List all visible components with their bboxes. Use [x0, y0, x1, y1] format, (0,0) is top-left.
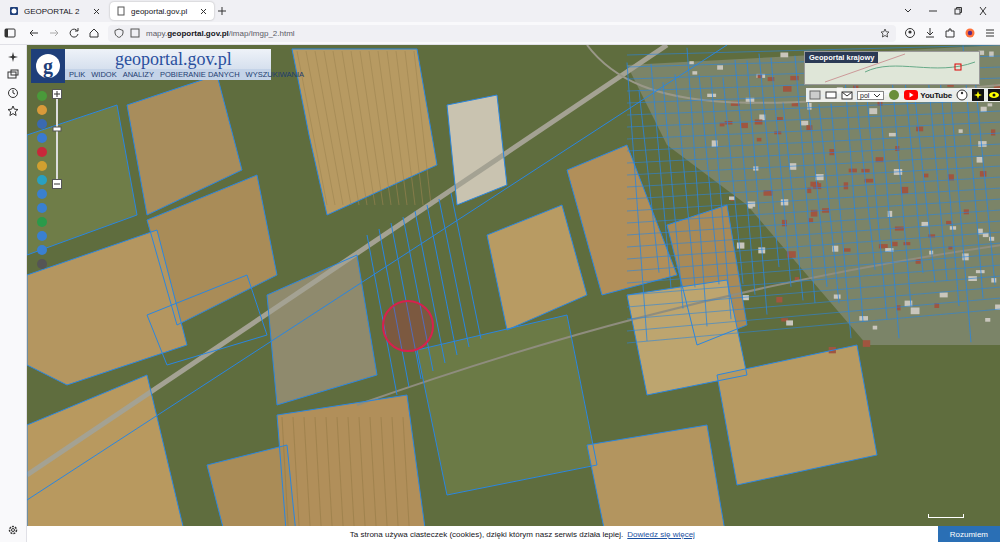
mail-icon[interactable] [841, 89, 853, 101]
close-icon[interactable] [92, 7, 101, 16]
menu-item[interactable]: POBIERANIE DANYCH [160, 70, 240, 79]
youtube-link[interactable]: YouTube [904, 89, 952, 101]
chevron-down-icon[interactable] [903, 6, 925, 16]
reload-icon[interactable] [68, 27, 80, 39]
home-icon[interactable] [88, 27, 100, 39]
language-select[interactable]: pol [857, 91, 884, 100]
bookmarks-icon[interactable] [7, 105, 19, 117]
menu-icon[interactable] [984, 27, 996, 39]
forward-icon[interactable] [48, 27, 60, 39]
eye-icon[interactable] [988, 89, 1000, 101]
ai-sparkle-icon[interactable] [7, 51, 19, 63]
nav-bar: mapy.geoportal.gov.pl/imap/Imgp_2.html [0, 22, 1000, 45]
history-icon[interactable] [7, 87, 19, 99]
menu-item[interactable]: ANALIZY [123, 70, 154, 79]
gear-icon[interactable] [7, 524, 19, 536]
download-icon[interactable] [924, 27, 936, 39]
language-value: pol [860, 92, 869, 99]
url-path: /imap/Imgp_2.html [229, 29, 295, 38]
close-window-icon[interactable] [978, 6, 1000, 16]
synced-tabs-icon[interactable] [7, 69, 19, 81]
scale-bar [928, 514, 964, 518]
menu-item[interactable]: WIDOK [91, 70, 116, 79]
geoportal-header: ggeoportal.gov.plPLIK WIDOK ANALIZY POBIERA… [31, 49, 271, 83]
zoom-minus-icon[interactable] [52, 179, 62, 189]
back-icon[interactable] [28, 27, 40, 39]
globe-icon[interactable] [35, 215, 49, 229]
account-icon[interactable] [904, 27, 916, 39]
url-field[interactable]: mapy.geoportal.gov.pl/imap/Imgp_2.html [108, 25, 896, 42]
youtube-label: YouTube [920, 91, 952, 100]
overview-map[interactable]: Geoportal krajowy [804, 51, 980, 85]
firefox-icon[interactable] [964, 27, 976, 39]
tab-label: geoportal.gov.pl [131, 7, 194, 16]
contrast-icon[interactable] [972, 89, 984, 101]
tab[interactable]: GEOPORTAL 2 [3, 2, 107, 20]
logo-letter: g [36, 54, 60, 78]
accessibility-icon[interactable] [956, 89, 968, 101]
overview-title: Geoportal krajowy [805, 52, 878, 63]
menu-item[interactable]: PLIK [69, 70, 85, 79]
accept-button[interactable]: Rozumiem [938, 526, 1000, 542]
cookie-bar: Ta strona używa ciasteczek (cookies), dz… [27, 526, 1000, 542]
close-icon[interactable] [199, 7, 208, 16]
youtube-icon [904, 89, 918, 101]
geoportal-icon [9, 6, 19, 16]
map[interactable]: ggeoportal.gov.plPLIK WIDOK ANALIZY POBIERA… [27, 45, 1000, 542]
geoportal-menu: PLIKWIDOKANALIZYPOBIERANIE DANYCHWYSZUKI… [65, 69, 271, 80]
top-right-toolbar: pol YouTube [806, 88, 1000, 102]
settings-icon[interactable] [35, 257, 49, 271]
draw-icon[interactable] [35, 159, 49, 173]
info-icon[interactable] [35, 89, 49, 103]
select-icon[interactable] [35, 131, 49, 145]
dropdown-icon [873, 92, 881, 98]
back-arrow-icon[interactable] [35, 229, 49, 243]
star-icon[interactable] [880, 28, 890, 38]
cookie-message: Ta strona używa ciasteczek (cookies), dz… [27, 530, 938, 539]
zoom-slider-icon[interactable] [52, 99, 62, 179]
zoom-out-icon[interactable] [35, 201, 49, 215]
cookie-link[interactable]: Dowiedz się więcej [627, 530, 695, 539]
browser-sidebar [0, 45, 27, 542]
measure-icon[interactable] [35, 173, 49, 187]
help-icon[interactable] [888, 89, 900, 101]
zoom-plus-icon[interactable] [52, 89, 62, 99]
url-prefix: mapy. [146, 29, 167, 38]
zoom-in-icon[interactable] [35, 187, 49, 201]
tab-bar: GEOPORTAL 2 geoportal.gov.pl [0, 0, 1000, 22]
page-icon [116, 6, 126, 16]
minimize-icon[interactable] [928, 6, 950, 16]
menu-item[interactable]: WYSZUKIWANIA [246, 70, 304, 79]
tab-label: GEOPORTAL 2 [24, 7, 87, 16]
shield-icon [114, 28, 124, 38]
map-imagery [27, 45, 1000, 542]
tab[interactable]: geoportal.gov.pl [110, 2, 214, 20]
url-domain: geoportal.gov.pl [167, 29, 229, 38]
cookie-text: Ta strona używa ciasteczek (cookies), dz… [350, 530, 623, 539]
keyboard-icon[interactable] [825, 89, 837, 101]
geoportal-title: geoportal.gov.pl [65, 49, 271, 69]
url-text: mapy.geoportal.gov.pl/imap/Imgp_2.html [146, 29, 295, 38]
plus-icon[interactable] [217, 6, 231, 16]
pan-icon[interactable] [35, 103, 49, 117]
zoom-control[interactable] [51, 89, 63, 189]
page-info-icon[interactable] [130, 28, 140, 38]
geoportal-logo[interactable]: g [31, 49, 65, 83]
extensions-icon[interactable] [944, 27, 956, 39]
photo-icon[interactable] [809, 89, 821, 101]
map-toolbar [35, 89, 49, 271]
sidebar-icon[interactable] [4, 27, 20, 39]
restore-icon[interactable] [953, 6, 975, 16]
forward-arrow-icon[interactable] [35, 243, 49, 257]
layers-icon[interactable] [35, 117, 49, 131]
print-icon[interactable] [35, 145, 49, 159]
